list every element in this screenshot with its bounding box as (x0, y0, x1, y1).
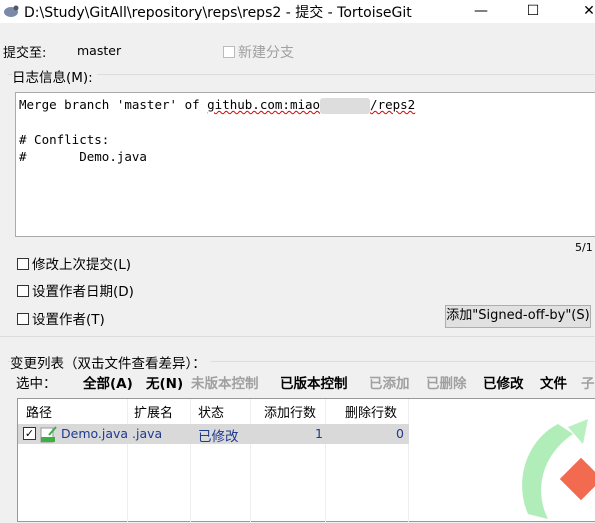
row-status: 已修改 (198, 429, 239, 445)
changes-group-label: 变更列表（双击文件查看差异）： (10, 352, 210, 372)
header-path[interactable]: 路径 (26, 402, 52, 421)
author-checkbox[interactable]: 设置作者(T) (17, 308, 105, 328)
amend-label: 修改上次提交(L) (32, 257, 132, 273)
select-label: 选中： (16, 376, 57, 392)
redacted-region (320, 97, 371, 114)
message-link: github.com:miao (207, 97, 321, 112)
header-added[interactable]: 添加行数 (264, 402, 316, 421)
message-counter: 5/1 (575, 241, 593, 254)
close-button[interactable]: ✕ (566, 0, 595, 23)
tortoisegit-watermark-icon (522, 419, 595, 519)
filter-deleted[interactable]: 已删除 (426, 372, 467, 392)
table-row[interactable]: ✓ Demo.java .java 已修改 1 0 (18, 424, 409, 445)
author-date-checkbox[interactable]: 设置作者日期(D) (17, 280, 134, 300)
header-ext[interactable]: 扩展名 (134, 402, 173, 421)
message-text: Merge branch 'master' of (19, 97, 208, 112)
filter-all[interactable]: 全部(A) (83, 372, 133, 392)
filter-unversioned[interactable]: 未版本控制 (191, 372, 259, 392)
checkbox-icon (17, 258, 29, 270)
author-date-label: 设置作者日期(D) (32, 284, 134, 300)
signed-off-by-button[interactable]: 添加"Signed-off-by"(S) (445, 305, 591, 328)
title-bar: D:\Study\GitAll\repository\reps\reps2 - … (0, 0, 595, 23)
row-ext: .java (132, 426, 163, 441)
window-title: D:\Study\GitAll\repository\reps\reps2 - … (24, 5, 412, 21)
message-text: # Demo.java (19, 148, 147, 164)
message-group-label: 日志信息(M): (12, 66, 97, 86)
row-deleted: 0 (396, 426, 404, 441)
filter-versioned[interactable]: 已版本控制 (280, 372, 348, 392)
row-added: 1 (315, 426, 323, 441)
minimize-button[interactable]: — (458, 0, 504, 23)
checkbox-icon (17, 285, 29, 297)
row-checkbox[interactable]: ✓ (23, 427, 36, 440)
author-label: 设置作者(T) (32, 312, 105, 328)
filter-submodules[interactable]: 子 (581, 372, 595, 392)
changes-list[interactable]: 路径 扩展名 状态 添加行数 删除行数 ✓ Demo.java .java 已修… (17, 398, 595, 523)
amend-checkbox[interactable]: 修改上次提交(L) (17, 253, 131, 273)
commit-to-label: 提交至: (3, 46, 47, 61)
filter-files[interactable]: 文件 (540, 372, 567, 392)
modified-file-icon (40, 426, 57, 443)
new-branch-checkbox[interactable]: 新建分支 (223, 42, 294, 62)
filter-added[interactable]: 已添加 (369, 372, 410, 392)
branch-name: master (77, 43, 122, 58)
tortoisegit-logo-icon (4, 5, 19, 17)
header-status[interactable]: 状态 (198, 402, 224, 421)
new-branch-label: 新建分支 (238, 45, 294, 61)
header-deleted[interactable]: 删除行数 (345, 402, 397, 421)
message-text: /reps2 (370, 97, 416, 112)
checkbox-icon (17, 313, 29, 325)
checkbox-icon (223, 46, 235, 58)
row-path: Demo.java (61, 426, 129, 441)
divider (0, 336, 595, 337)
maximize-button[interactable]: ☐ (510, 0, 556, 23)
filter-modified[interactable]: 已修改 (483, 372, 524, 392)
filter-none[interactable]: 无(N) (146, 372, 183, 392)
commit-message-editor[interactable]: Merge branch 'master' of github.com:miao… (15, 92, 595, 237)
message-text: # Conflicts: (19, 131, 110, 147)
